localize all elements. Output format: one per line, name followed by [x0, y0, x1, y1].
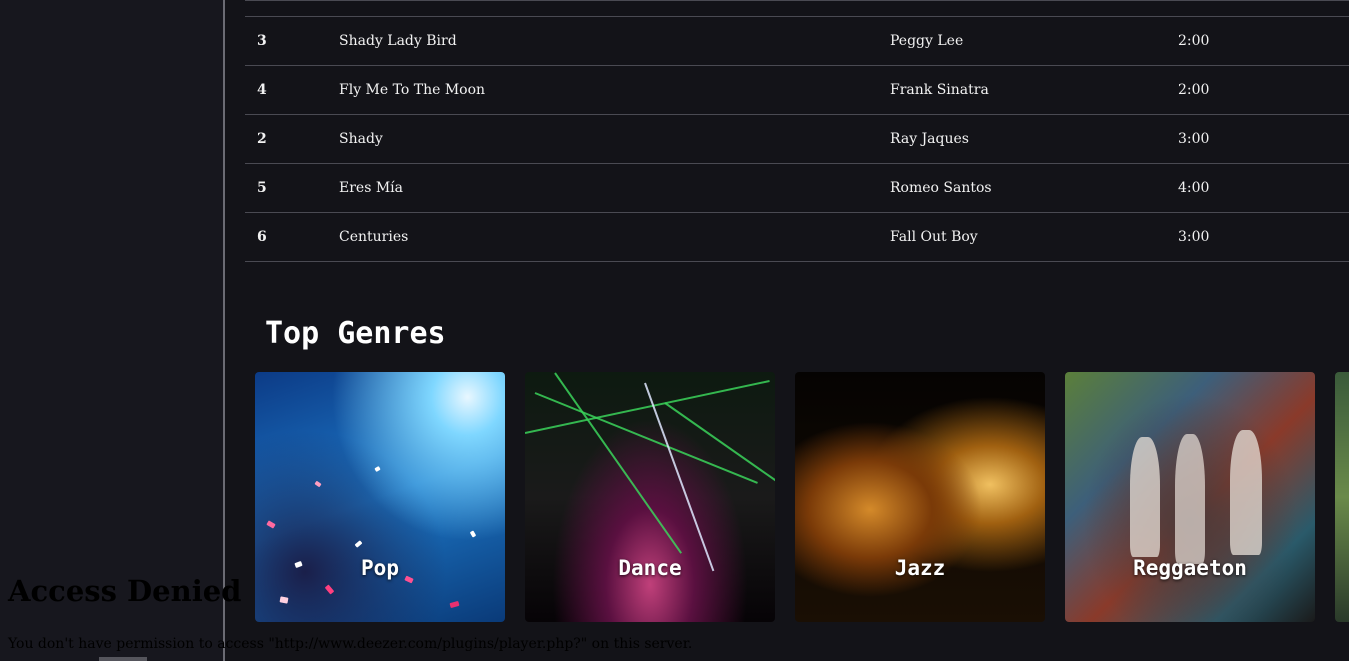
track-artist[interactable]: Fall Out Boy [890, 229, 978, 245]
track-artist[interactable]: Ray Jaques [890, 131, 969, 147]
track-number: 6 [257, 229, 267, 245]
track-duration: 3:00 [1178, 229, 1210, 245]
track-duration: 3:00 [1178, 131, 1210, 147]
track-row[interactable]: 4 Fly Me To The Moon Frank Sinatra 2:00 [245, 66, 1349, 115]
dancer-decoration [1175, 434, 1205, 564]
horizontal-scrollbar[interactable] [99, 657, 147, 661]
main-content: 3 Shady Lady Bird Peggy Lee 2:00 4 Fly M… [225, 0, 1349, 661]
sidebar [0, 0, 225, 661]
genre-card-partial[interactable] [1335, 372, 1349, 622]
confetti-decoration [279, 596, 289, 604]
track-artist[interactable]: Romeo Santos [890, 180, 992, 196]
track-number: 4 [257, 82, 267, 98]
confetti-decoration [314, 480, 322, 488]
track-number: 3 [257, 33, 267, 49]
dancer-decoration [1130, 437, 1160, 557]
track-row[interactable]: 6 Centuries Fall Out Boy 3:00 [245, 213, 1349, 262]
track-row[interactable]: 3 Shady Lady Bird Peggy Lee 2:00 [245, 16, 1349, 66]
track-number: 2 [257, 131, 267, 147]
genre-label: Reggaeton [1133, 556, 1247, 580]
track-row[interactable]: 2 Shady Ray Jaques 3:00 [245, 115, 1349, 164]
error-title: Access Denied [8, 574, 242, 608]
confetti-decoration [469, 530, 477, 538]
laser-decoration [554, 372, 683, 554]
track-number: 5 [257, 180, 267, 196]
track-title[interactable]: Fly Me To The Moon [339, 82, 485, 98]
track-duration: 2:00 [1178, 33, 1210, 49]
genre-card-pop[interactable]: Pop [255, 372, 505, 622]
genre-label: Pop [361, 556, 399, 580]
confetti-decoration [374, 466, 381, 472]
track-duration: 4:00 [1178, 180, 1210, 196]
genre-card-dance[interactable]: Dance [525, 372, 775, 622]
track-title[interactable]: Shady Lady Bird [339, 33, 457, 49]
track-row[interactable]: 5 Eres Mía Romeo Santos 4:00 [245, 164, 1349, 213]
track-title[interactable]: Centuries [339, 229, 408, 245]
track-list: 3 Shady Lady Bird Peggy Lee 2:00 4 Fly M… [245, 0, 1349, 262]
confetti-decoration [449, 600, 460, 609]
section-title-top-genres: Top Genres [265, 316, 446, 351]
track-title[interactable]: Shady [339, 131, 383, 147]
confetti-decoration [324, 584, 335, 595]
genre-label: Dance [618, 556, 682, 580]
genre-card-reggaeton[interactable]: Reggaeton [1065, 372, 1315, 622]
confetti-decoration [354, 540, 363, 548]
laser-decoration [664, 402, 775, 490]
track-artist[interactable]: Peggy Lee [890, 33, 963, 49]
track-artist[interactable]: Frank Sinatra [890, 82, 989, 98]
track-duration: 2:00 [1178, 82, 1210, 98]
confetti-decoration [266, 520, 276, 529]
dancer-decoration [1230, 430, 1262, 555]
genre-card-jazz[interactable]: Jazz [795, 372, 1045, 622]
genre-label: Jazz [894, 556, 946, 580]
error-message: You don't have permission to access "htt… [8, 636, 693, 652]
track-title[interactable]: Eres Mía [339, 180, 403, 196]
